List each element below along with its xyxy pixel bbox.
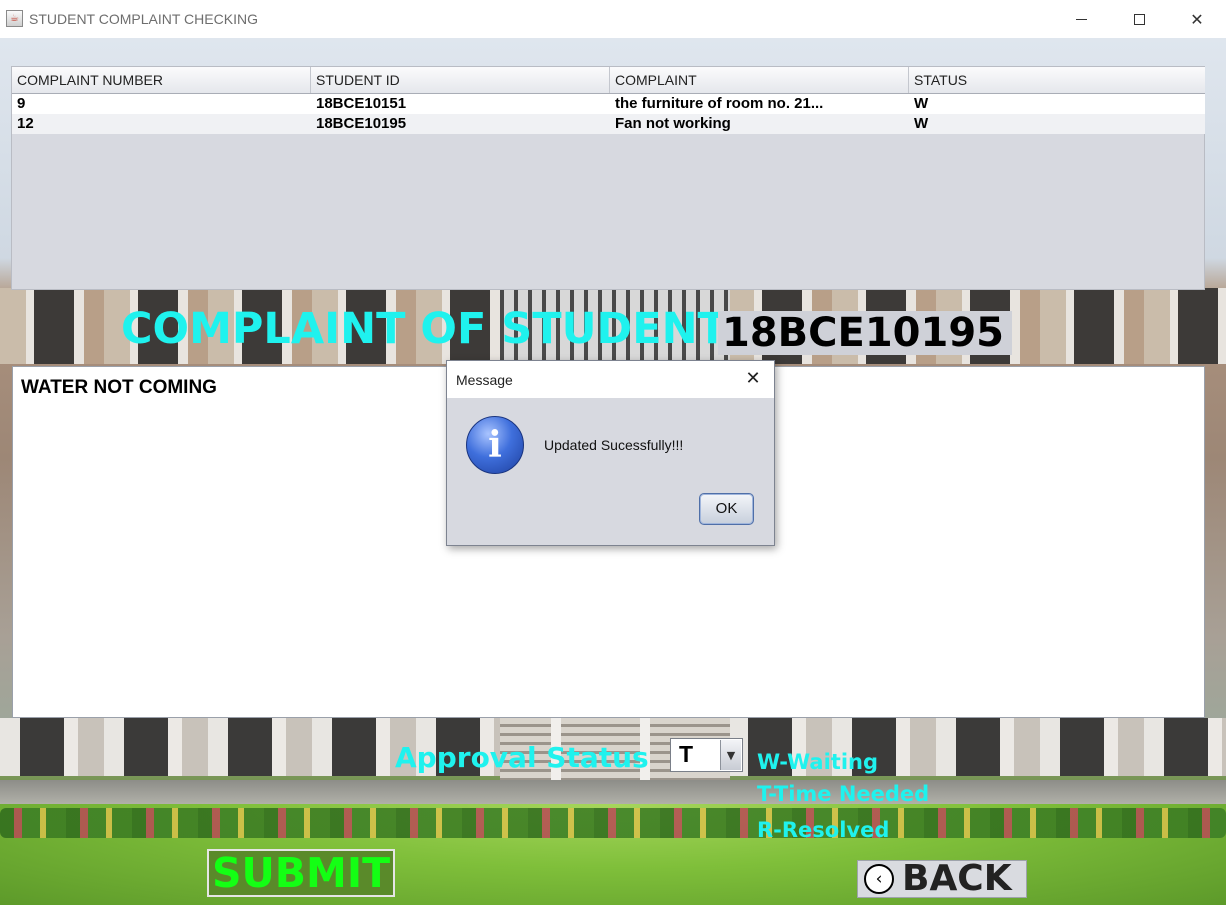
dialog-title: Message: [456, 372, 513, 388]
legend-waiting: W-Waiting: [757, 750, 878, 774]
maximize-button[interactable]: [1110, 0, 1168, 38]
student-id-label: 18BCE10195: [718, 311, 1012, 355]
approval-status-selected: T: [679, 741, 694, 767]
info-icon: i: [466, 416, 524, 474]
back-button-label: BACK: [902, 858, 1012, 899]
maximize-icon: [1133, 13, 1145, 25]
column-header-student-id[interactable]: STUDENT ID: [311, 67, 610, 93]
back-button[interactable]: ‹ BACK: [857, 858, 1027, 899]
dialog-titlebar: Message ✕: [447, 361, 774, 398]
approval-status-label: Approval Status: [395, 741, 649, 774]
column-header-complaint[interactable]: COMPLAINT: [610, 67, 909, 93]
info-glyph: i: [488, 424, 502, 466]
close-window-button[interactable]: ✕: [1168, 0, 1226, 38]
cell-status[interactable]: W: [909, 94, 1205, 114]
cell-complaint-number[interactable]: 9: [12, 94, 311, 114]
road: [0, 780, 1226, 804]
chevron-left-icon: ‹: [864, 864, 894, 894]
cell-student-id[interactable]: 18BCE10151: [311, 94, 610, 114]
java-cup-icon: ☕: [6, 10, 23, 27]
message-dialog: Message ✕ i Updated Sucessfully!!! OK: [446, 360, 775, 546]
window-titlebar: ☕ STUDENT COMPLAINT CHECKING ✕: [0, 0, 1226, 39]
legend-resolved: R-Resolved: [757, 818, 890, 842]
dialog-message: Updated Sucessfully!!!: [544, 437, 684, 453]
complaint-text: WATER NOT COMING: [21, 377, 217, 398]
table-row[interactable]: 9 18BCE10151 the furniture of room no. 2…: [12, 94, 1205, 114]
approval-status-dropdown[interactable]: T ▼: [670, 738, 743, 772]
dialog-close-icon[interactable]: ✕: [742, 368, 764, 390]
minimize-icon: [1075, 18, 1087, 20]
close-icon: ✕: [1190, 9, 1204, 29]
cell-student-id[interactable]: 18BCE10195: [311, 114, 610, 134]
column-header-status[interactable]: STATUS: [909, 67, 1205, 93]
table-header: COMPLAINT NUMBER STUDENT ID COMPLAINT ST…: [12, 67, 1205, 94]
minimize-button[interactable]: [1052, 0, 1110, 38]
shrub-row: [0, 808, 1226, 838]
submit-button[interactable]: SUBMIT: [207, 849, 395, 897]
cell-status[interactable]: W: [909, 114, 1205, 134]
table-row[interactable]: 12 18BCE10195 Fan not working W: [12, 114, 1205, 134]
cell-complaint[interactable]: Fan not working: [610, 114, 909, 134]
ok-button[interactable]: OK: [699, 493, 754, 525]
cell-complaint-number[interactable]: 12: [12, 114, 311, 134]
complaints-table[interactable]: COMPLAINT NUMBER STUDENT ID COMPLAINT ST…: [11, 66, 1205, 290]
legend-time-needed: T-Time Needed: [757, 782, 930, 806]
dropdown-arrow-icon[interactable]: ▼: [720, 740, 741, 770]
column-header-complaint-number[interactable]: COMPLAINT NUMBER: [12, 67, 311, 93]
complaint-heading: COMPLAINT OF STUDENT: [121, 304, 727, 354]
window-title: STUDENT COMPLAINT CHECKING: [29, 11, 258, 27]
cell-complaint[interactable]: the furniture of room no. 21...: [610, 94, 909, 114]
